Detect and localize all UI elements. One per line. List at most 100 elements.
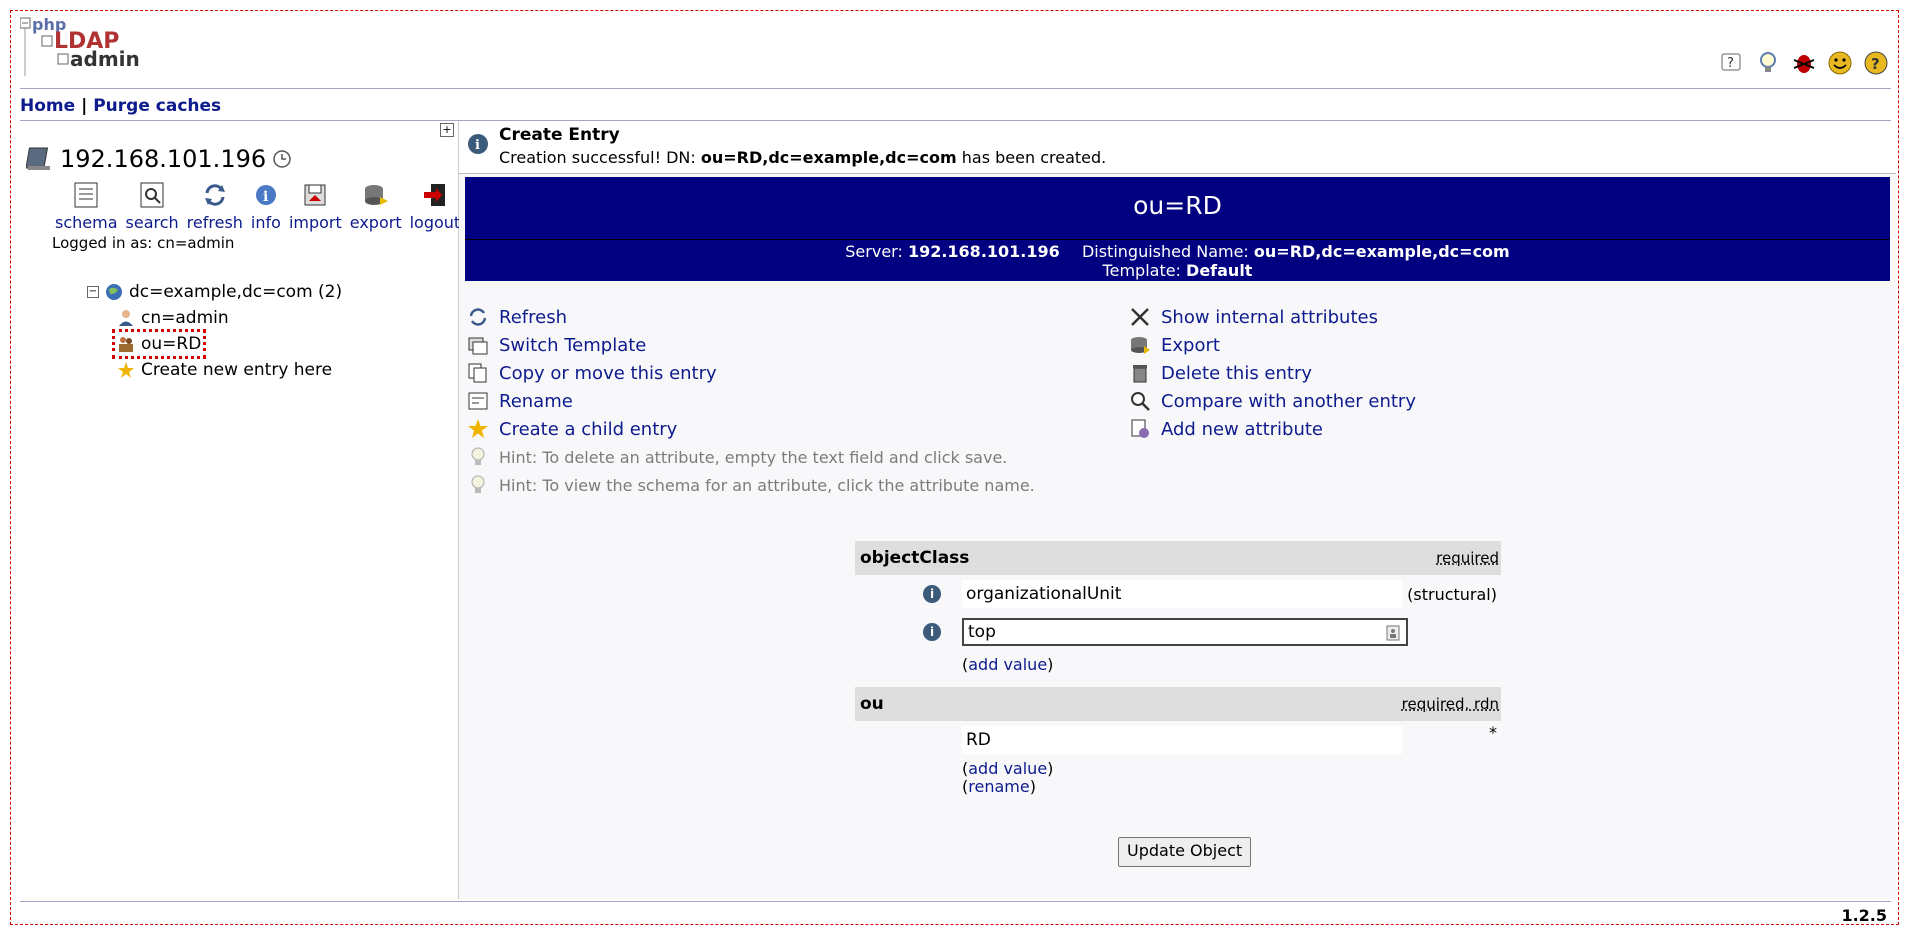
logout-icon — [423, 184, 445, 206]
svg-text:admin: admin — [70, 47, 140, 71]
tree-item-ou-rd[interactable]: ou=RD — [87, 329, 342, 359]
compare-link[interactable]: Compare with another entry — [1161, 391, 1416, 412]
show-internal-link[interactable]: Show internal attributes — [1161, 307, 1378, 328]
hint-icon[interactable] — [1755, 50, 1781, 76]
copy-move-link[interactable]: Copy or move this entry — [499, 363, 717, 384]
question-icon[interactable]: ? — [1863, 50, 1889, 76]
contact-card-icon[interactable] — [1386, 625, 1400, 641]
objectclass-value-row: i organizationalUnit (structural) — [855, 575, 1501, 613]
info-icon: i — [255, 185, 276, 205]
expand-icon[interactable]: + — [440, 123, 454, 137]
delete-link[interactable]: Delete this entry — [1161, 363, 1312, 384]
ou-value-row: RD * — [855, 721, 1501, 759]
svg-text:?: ? — [1727, 56, 1734, 71]
tree-item-cn-admin[interactable]: cn=admin — [87, 305, 342, 331]
bug-icon[interactable] — [1791, 50, 1817, 76]
user-icon — [119, 310, 133, 326]
tool-schema[interactable]: schema — [55, 181, 118, 232]
tool-label: schema — [55, 213, 118, 232]
tool-refresh[interactable]: refresh — [187, 181, 243, 232]
purge-caches-link[interactable]: Purge caches — [93, 96, 221, 116]
objectclass-value-input[interactable]: top — [962, 618, 1408, 646]
tree-item-selected[interactable]: ou=RD — [111, 329, 207, 359]
attr-name-ou[interactable]: ou — [860, 694, 884, 714]
message-detail: Creation successful! DN: ou=RD,dc=exampl… — [499, 148, 1106, 167]
info-icon[interactable]: i — [923, 585, 941, 603]
tool-search[interactable]: search — [126, 181, 179, 232]
svg-text:i: i — [263, 189, 268, 205]
server-tools: schema search refresh i info import expor… — [55, 181, 460, 232]
tool-export[interactable]: export — [350, 181, 402, 232]
tree-root[interactable]: − dc=example,dc=com (2) — [87, 279, 342, 305]
create-child-link[interactable]: Create a child entry — [499, 419, 677, 440]
phpldapadmin-logo[interactable]: php LDAP admin — [19, 15, 150, 80]
show-internal-action[interactable]: Show internal attributes — [1129, 303, 1416, 331]
switch-template-icon — [468, 337, 488, 355]
message-suffix: has been created. — [956, 148, 1107, 167]
ldap-tree: − dc=example,dc=com (2) cn=admin ou=RD C… — [87, 279, 342, 383]
import-icon — [304, 184, 326, 206]
entry-dn-title: ou=RD — [1133, 191, 1222, 220]
tool-label: logout — [409, 213, 461, 232]
help-icon[interactable]: ? — [1719, 50, 1745, 76]
tool-label: search — [125, 213, 179, 232]
create-child-action[interactable]: Create a child entry — [467, 415, 1035, 443]
logged-in-text: Logged in as: cn=admin — [52, 234, 235, 252]
add-attribute-icon — [1131, 419, 1149, 438]
lightbulb-icon — [471, 475, 485, 493]
home-link[interactable]: Home — [20, 96, 75, 116]
compare-action[interactable]: Compare with another entry — [1129, 387, 1416, 415]
switch-template-action[interactable]: Switch Template — [467, 331, 1035, 359]
refresh-link[interactable]: Refresh — [499, 307, 567, 328]
entry-meta-line2: Template: Default — [465, 261, 1890, 280]
tool-label: export — [349, 213, 402, 232]
smile-icon[interactable] — [1827, 50, 1853, 76]
export-icon — [364, 185, 388, 205]
server-value: 192.168.101.196 — [907, 242, 1060, 261]
add-attribute-action[interactable]: Add new attribute — [1129, 415, 1416, 443]
ou-icon — [119, 337, 133, 352]
add-value-link[interactable]: add value — [968, 655, 1047, 674]
copy-move-action[interactable]: Copy or move this entry — [467, 359, 1035, 387]
add-value-link[interactable]: add value — [968, 759, 1047, 778]
rename-action[interactable]: Rename — [467, 387, 1035, 415]
tree-root-label[interactable]: dc=example,dc=com (2) — [129, 282, 342, 302]
template-label: Template: — [1102, 261, 1187, 280]
message-box: i Create Entry Creation successful! DN: … — [459, 121, 1896, 174]
info-icon[interactable]: i — [923, 623, 941, 641]
attr-required-badge: required — [1436, 549, 1499, 567]
tree-item-label[interactable]: cn=admin — [141, 308, 229, 328]
collapse-icon[interactable]: − — [87, 286, 99, 298]
input-value: top — [968, 622, 996, 642]
rename-icon — [468, 392, 488, 410]
entry-banner: ou=RD Server: 192.168.101.196 Distinguis… — [465, 177, 1890, 281]
update-object-button[interactable]: Update Object — [1118, 837, 1252, 867]
server-host[interactable]: 192.168.101.196 — [60, 145, 266, 173]
create-entry-label[interactable]: Create new entry here — [141, 360, 332, 380]
top-nav: Home | Purge caches — [20, 96, 221, 116]
rdn-marker: * — [1489, 723, 1497, 742]
nav-separator: | — [75, 96, 94, 116]
tool-import[interactable]: import — [289, 181, 342, 232]
refresh-action[interactable]: Refresh — [467, 303, 1035, 331]
hint-text: Hint: To delete an attribute, empty the … — [499, 447, 1008, 467]
export-action[interactable]: Export — [1129, 331, 1416, 359]
rename-link[interactable]: rename — [968, 777, 1029, 796]
tool-label: refresh — [186, 213, 243, 232]
clock-icon[interactable] — [272, 149, 292, 169]
attr-name-objectclass[interactable]: objectClass — [860, 548, 969, 568]
switch-template-link[interactable]: Switch Template — [499, 335, 646, 356]
rename-link[interactable]: Rename — [499, 391, 573, 412]
delete-action[interactable]: Delete this entry — [1129, 359, 1416, 387]
tree-item-label[interactable]: ou=RD — [141, 334, 201, 354]
tool-logout[interactable]: logout — [409, 181, 461, 232]
tree-create-entry[interactable]: Create new entry here — [87, 357, 342, 383]
hint-text: Hint: To view the schema for an attribut… — [499, 475, 1035, 495]
objectclass-value-row: i top — [855, 613, 1501, 651]
tool-info[interactable]: i info — [251, 181, 281, 232]
star-icon — [468, 419, 488, 438]
ou-value: RD — [962, 726, 1402, 754]
tool-label: import — [288, 213, 342, 232]
export-link[interactable]: Export — [1161, 335, 1220, 356]
add-attribute-link[interactable]: Add new attribute — [1161, 419, 1323, 440]
